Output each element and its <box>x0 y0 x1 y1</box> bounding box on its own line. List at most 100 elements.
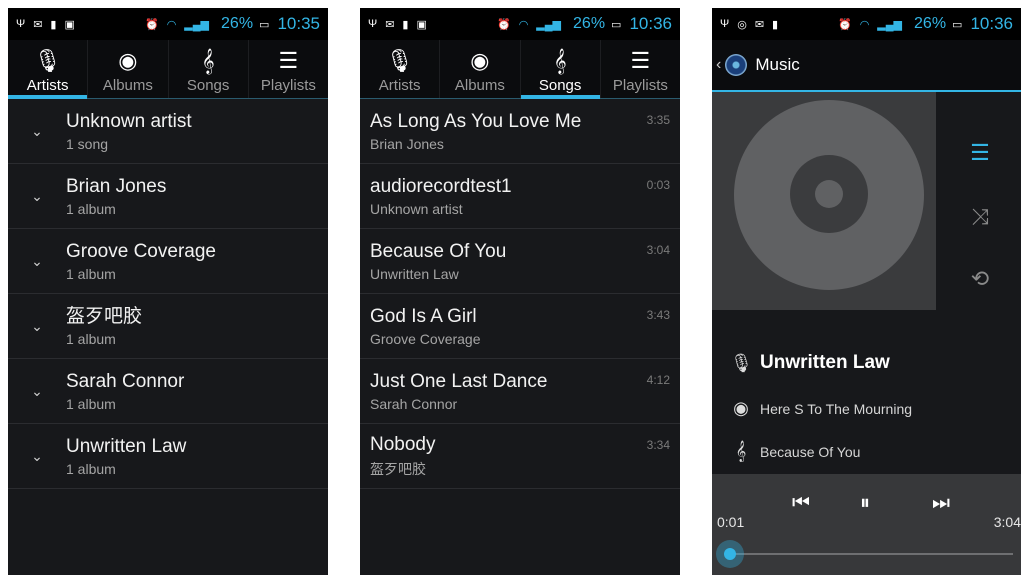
song-duration: 3:35 <box>646 113 670 127</box>
seek-bar[interactable] <box>728 553 1013 555</box>
list-item[interactable]: God Is A Girl Groove Coverage 3:43 <box>360 294 680 359</box>
list-item[interactable]: ⌄ Unwritten Law 1 album <box>8 424 328 489</box>
now-playing-screen: Ψ ◎ ✉ ▮ ⏰ ◠ ▂▄▆ 26% ▭ 10:36 ‹ Music ☰ ⤨ … <box>712 8 1021 575</box>
next-icon[interactable]: ⏭ <box>932 492 950 515</box>
mail-icon: ✉ <box>385 18 395 31</box>
artist-row: 🎙 Unwritten Law <box>730 352 890 374</box>
shuffle-icon[interactable]: ⤨ <box>966 204 994 230</box>
wifi-icon: ◠ <box>518 18 529 31</box>
chevron-down-icon[interactable]: ⌄ <box>8 188 66 205</box>
song-artist: Groove Coverage <box>370 330 481 347</box>
chevron-down-icon[interactable]: ⌄ <box>8 123 66 140</box>
music-app-logo-icon[interactable] <box>725 54 748 76</box>
tab-bar: 🎙 Artists ◉ Albums 𝄞 Songs ☰ Playlists <box>8 40 328 99</box>
album-art <box>712 92 936 310</box>
camera-icon: ◎ <box>737 18 747 31</box>
artist-count: 1 album <box>66 395 116 412</box>
list-item[interactable]: audiorecordtest1 Unknown artist 0:03 <box>360 164 680 229</box>
song-artist: Brian Jones <box>370 135 444 152</box>
song-duration: 3:34 <box>646 438 670 452</box>
app-notification-icon: ▣ <box>416 18 427 31</box>
list-item[interactable]: ⌄ Sarah Connor 1 album <box>8 359 328 424</box>
list-item[interactable]: Just One Last Dance Sarah Connor 4:12 <box>360 359 680 424</box>
signal-icon: ▂▄▆ <box>184 18 210 31</box>
artist-count: 1 album <box>66 200 116 217</box>
battery-icon: ▭ <box>611 18 622 31</box>
clock: 10:36 <box>629 14 672 33</box>
songs-screen: Ψ ✉ ▮ ▣ ⏰ ◠ ▂▄▆ 26% ▭ 10:36 🎙 Artists ◉ … <box>360 8 680 575</box>
list-item[interactable]: As Long As You Love Me Brian Jones 3:35 <box>360 99 680 164</box>
disc-placeholder-icon <box>734 100 924 290</box>
tab-artists[interactable]: 🎙 Artists <box>8 40 89 99</box>
wifi-icon: ◠ <box>166 18 177 31</box>
battery-icon: ▭ <box>952 18 963 31</box>
alarm-icon: ⏰ <box>144 18 159 31</box>
tab-songs[interactable]: 𝄞 Songs <box>169 40 249 98</box>
pause-icon[interactable]: ⏸ <box>860 492 870 515</box>
mail-icon: ✉ <box>33 18 43 31</box>
song-artist: Unknown artist <box>370 200 463 217</box>
song-title: Because Of You <box>370 240 507 262</box>
list-item[interactable]: ⌄ Brian Jones 1 album <box>8 164 328 229</box>
tab-label: Songs <box>186 77 230 94</box>
tab-songs[interactable]: 𝄞 Songs <box>520 40 601 99</box>
back-arrow-icon[interactable]: ‹ <box>716 56 721 74</box>
tab-albums[interactable]: ◉ Albums <box>440 40 521 98</box>
sd-icon: ▮ <box>50 18 57 31</box>
tab-albums[interactable]: ◉ Albums <box>88 40 169 98</box>
artist-list: ⌄ Unknown artist 1 song ⌄ Brian Jones 1 al… <box>8 99 328 489</box>
status-bar: Ψ ◎ ✉ ▮ ⏰ ◠ ▂▄▆ 26% ▭ 10:36 <box>712 8 1021 40</box>
chevron-down-icon[interactable]: ⌄ <box>8 318 66 335</box>
artist-name: Groove Coverage <box>66 240 216 262</box>
song-title: As Long As You Love Me <box>370 110 582 132</box>
tab-playlists[interactable]: ☰ Playlists <box>601 40 680 98</box>
list-item[interactable]: Nobody 盔歹吧胶 3:34 <box>360 424 680 489</box>
song-artist: 盔歹吧胶 <box>370 460 426 477</box>
tab-playlists[interactable]: ☰ Playlists <box>249 40 328 98</box>
sd-icon: ▮ <box>772 18 779 31</box>
chevron-down-icon[interactable]: ⌄ <box>8 383 66 400</box>
status-bar: Ψ ✉ ▮ ▣ ⏰ ◠ ▂▄▆ 26% ▭ 10:35 <box>8 8 328 40</box>
battery-percent: 26% <box>573 15 606 32</box>
song-row: 𝄞 Because Of You <box>730 441 861 462</box>
queue-list-icon[interactable]: ☰ <box>966 140 994 166</box>
tab-label: Artists <box>378 77 421 94</box>
list-item[interactable]: ⌄ Groove Coverage 1 album <box>8 229 328 294</box>
song-duration: 3:04 <box>646 243 670 257</box>
previous-icon[interactable]: ⏮ <box>792 492 810 515</box>
list-icon: ☰ <box>278 48 299 73</box>
song-title: Just One Last Dance <box>370 370 548 392</box>
disc-icon: ◉ <box>118 48 138 73</box>
alarm-icon: ⏰ <box>496 18 511 31</box>
seek-handle[interactable] <box>716 540 744 568</box>
repeat-icon[interactable]: ⟲ <box>966 266 994 292</box>
artist-name: Brian Jones <box>66 175 167 197</box>
usb-icon: Ψ <box>16 18 26 30</box>
list-item[interactable]: Because Of You Unwritten Law 3:04 <box>360 229 680 294</box>
artist-count: 1 song <box>66 135 109 152</box>
signal-icon: ▂▄▆ <box>536 18 562 31</box>
artist-name: Unknown artist <box>66 110 192 132</box>
list-icon: ☰ <box>630 48 651 73</box>
artist-count: 1 album <box>66 460 116 477</box>
tab-label: Playlists <box>612 77 668 94</box>
status-bar: Ψ ✉ ▮ ▣ ⏰ ◠ ▂▄▆ 26% ▭ 10:36 <box>360 8 680 40</box>
signal-icon: ▂▄▆ <box>877 18 903 31</box>
tab-artists[interactable]: 🎙 Artists <box>360 40 441 98</box>
chevron-down-icon[interactable]: ⌄ <box>8 448 66 465</box>
tab-label: Albums <box>102 77 153 94</box>
song-duration: 3:43 <box>646 308 670 322</box>
tab-label: Playlists <box>260 77 316 94</box>
chevron-down-icon[interactable]: ⌄ <box>8 253 66 270</box>
list-item[interactable]: ⌄ Unknown artist 1 song <box>8 99 328 164</box>
mail-icon: ✉ <box>754 18 765 31</box>
battery-icon: ▭ <box>259 18 270 31</box>
artist-count: 1 album <box>66 330 116 347</box>
clock: 10:35 <box>277 14 320 33</box>
usb-icon: Ψ <box>720 18 730 30</box>
list-item[interactable]: ⌄ 盔歹吧胶 1 album <box>8 294 328 359</box>
song-artist: Sarah Connor <box>370 395 458 412</box>
usb-icon: Ψ <box>368 18 378 30</box>
song-title: audiorecordtest1 <box>370 175 512 197</box>
page-title: Music <box>755 55 800 74</box>
